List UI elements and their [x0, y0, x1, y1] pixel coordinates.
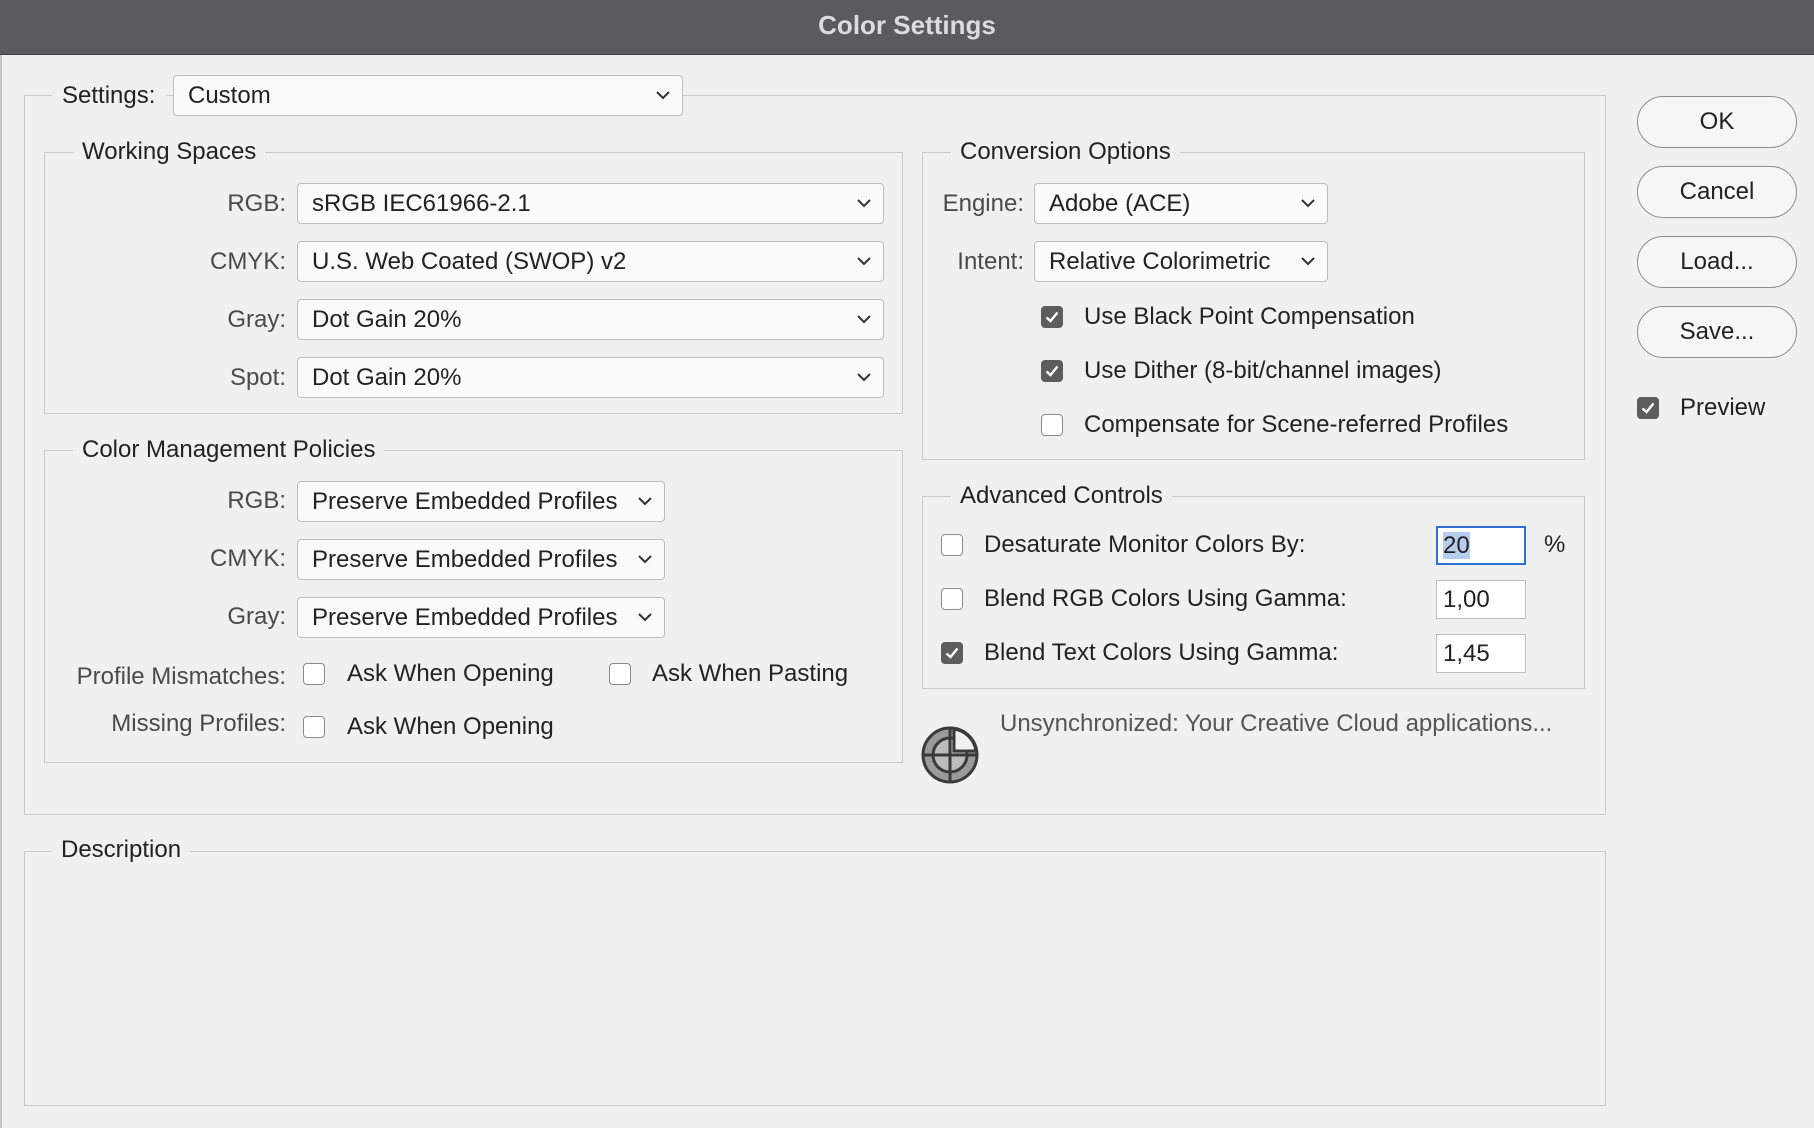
chevron-down-icon — [857, 373, 871, 382]
chevron-down-icon — [1301, 257, 1315, 266]
ws-cmyk-label: CMYK: — [209, 248, 286, 275]
missing-profiles-label: Missing Profiles: — [111, 710, 286, 737]
ws-spot-select[interactable]: Dot Gain 20% — [297, 357, 884, 398]
checkmark-icon — [1045, 311, 1059, 323]
advanced-title: Advanced Controls — [951, 481, 1172, 511]
load-button[interactable]: Load... — [1637, 236, 1797, 288]
chevron-down-icon — [1301, 199, 1315, 208]
ws-spot-value: Dot Gain 20% — [312, 364, 462, 391]
ws-rgb-label: RGB: — [227, 190, 286, 217]
chevron-down-icon — [857, 315, 871, 324]
mismatch-ask-opening-label: Ask When Opening — [347, 660, 554, 687]
policy-gray-value: Preserve Embedded Profiles — [312, 604, 618, 631]
working-spaces-title: Working Spaces — [73, 137, 266, 167]
intent-select[interactable]: Relative Colorimetric — [1034, 241, 1328, 282]
engine-label: Engine: — [942, 190, 1024, 217]
save-button[interactable]: Save... — [1637, 306, 1797, 358]
policy-cmyk-value: Preserve Embedded Profiles — [312, 546, 618, 573]
blend-rgb-checkbox[interactable] — [941, 588, 963, 610]
settings-label: Settings: — [62, 82, 156, 109]
policy-gray-select[interactable]: Preserve Embedded Profiles — [297, 597, 665, 638]
missing-ask-opening-checkbox[interactable] — [303, 716, 325, 738]
blend-text-input[interactable]: 1,45 — [1436, 634, 1526, 673]
mismatch-ask-opening-checkbox[interactable] — [303, 663, 325, 685]
cancel-button[interactable]: Cancel — [1637, 166, 1797, 218]
ws-gray-label: Gray: — [227, 306, 286, 333]
ws-rgb-select[interactable]: sRGB IEC61966-2.1 — [297, 183, 884, 224]
policy-rgb-value: Preserve Embedded Profiles — [312, 488, 618, 515]
ws-gray-value: Dot Gain 20% — [312, 306, 462, 333]
blend-rgb-value: 1,00 — [1443, 586, 1490, 613]
desaturate-unit: % — [1544, 531, 1566, 558]
black-point-checkbox[interactable] — [1041, 306, 1063, 328]
dither-checkbox[interactable] — [1041, 360, 1063, 382]
sync-message: Unsynchronized: Your Creative Cloud appl… — [1000, 710, 1553, 737]
blend-rgb-input[interactable]: 1,00 — [1436, 580, 1526, 619]
profile-mismatches-label: Profile Mismatches: — [76, 663, 286, 690]
window-title: Color Settings — [818, 10, 996, 40]
policy-rgb-select[interactable]: Preserve Embedded Profiles — [297, 481, 665, 522]
blend-text-checkbox[interactable] — [941, 642, 963, 664]
desaturate-input[interactable]: 20 — [1436, 526, 1526, 565]
chevron-down-icon — [857, 257, 871, 266]
engine-value: Adobe (ACE) — [1049, 190, 1191, 217]
window-edge — [0, 55, 2, 1128]
conversion-title: Conversion Options — [951, 137, 1180, 167]
missing-ask-opening-label: Ask When Opening — [347, 713, 554, 740]
desaturate-value: 20 — [1443, 532, 1470, 559]
sync-status-icon — [921, 726, 979, 784]
ws-cmyk-value: U.S. Web Coated (SWOP) v2 — [312, 248, 627, 275]
preview-checkbox[interactable] — [1637, 397, 1659, 419]
settings-label-wrap: Settings: — [52, 81, 168, 111]
blend-rgb-label: Blend RGB Colors Using Gamma: — [984, 585, 1347, 612]
ws-gray-select[interactable]: Dot Gain 20% — [297, 299, 884, 340]
checkmark-icon — [1045, 365, 1059, 377]
ws-rgb-value: sRGB IEC61966-2.1 — [312, 190, 531, 217]
desaturate-label: Desaturate Monitor Colors By: — [984, 531, 1306, 558]
mismatch-ask-pasting-label: Ask When Pasting — [652, 660, 849, 687]
intent-label: Intent: — [957, 248, 1024, 275]
mismatch-ask-pasting-checkbox[interactable] — [609, 663, 631, 685]
ws-cmyk-select[interactable]: U.S. Web Coated (SWOP) v2 — [297, 241, 884, 282]
ok-button[interactable]: OK — [1637, 96, 1797, 148]
checkmark-icon — [945, 647, 959, 659]
scene-referred-checkbox[interactable] — [1041, 414, 1063, 436]
scene-referred-label: Compensate for Scene-referred Profiles — [1084, 411, 1509, 438]
chevron-down-icon — [857, 199, 871, 208]
preview-label: Preview — [1680, 394, 1766, 421]
blend-text-label: Blend Text Colors Using Gamma: — [984, 639, 1339, 666]
desaturate-checkbox[interactable] — [941, 534, 963, 556]
intent-value: Relative Colorimetric — [1049, 248, 1271, 275]
settings-select-value: Custom — [188, 82, 271, 109]
description-title: Description — [52, 835, 191, 865]
checkmark-icon — [1641, 402, 1655, 414]
engine-select[interactable]: Adobe (ACE) — [1034, 183, 1328, 224]
dither-label: Use Dither (8-bit/channel images) — [1084, 357, 1442, 384]
policy-cmyk-select[interactable]: Preserve Embedded Profiles — [297, 539, 665, 580]
policy-rgb-label: RGB: — [227, 487, 286, 514]
description-group — [24, 851, 1606, 1106]
policy-gray-label: Gray: — [227, 603, 286, 630]
black-point-label: Use Black Point Compensation — [1084, 303, 1415, 330]
chevron-down-icon — [638, 497, 652, 506]
chevron-down-icon — [638, 555, 652, 564]
chevron-down-icon — [656, 91, 670, 100]
settings-select[interactable]: Custom — [173, 75, 683, 116]
policies-title: Color Management Policies — [73, 435, 385, 465]
ws-spot-label: Spot: — [229, 364, 286, 391]
blend-text-value: 1,45 — [1443, 640, 1490, 667]
policy-cmyk-label: CMYK: — [209, 545, 286, 572]
chevron-down-icon — [638, 613, 652, 622]
